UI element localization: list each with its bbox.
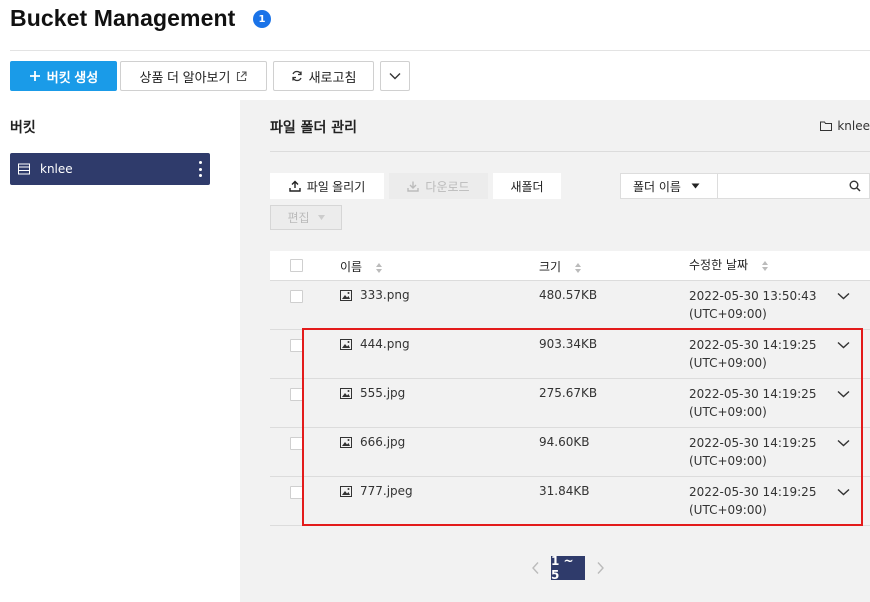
more-options-button[interactable] — [380, 61, 410, 91]
file-date-cell: 2022-05-30 13:50:43 (UTC+09:00) — [689, 287, 816, 323]
header-size-label: 크기 — [539, 260, 562, 274]
edit-label: 편집 — [287, 211, 310, 225]
search-box[interactable] — [717, 173, 870, 199]
caret-down-icon — [691, 183, 700, 189]
header-modified-label: 수정한 날짜 — [689, 258, 749, 272]
edit-button[interactable]: 편집 — [270, 205, 342, 230]
prev-page-icon[interactable] — [531, 561, 541, 575]
file-name: 333.png — [360, 288, 410, 302]
table-row[interactable]: 333.png 480.57KB 2022-05-30 13:50:43 (UT… — [270, 281, 870, 330]
search-icon[interactable] — [849, 180, 861, 192]
notification-badge[interactable]: 1 — [253, 10, 271, 28]
upload-button[interactable]: 파일 올리기 — [270, 173, 384, 199]
breadcrumb[interactable]: knlee — [820, 119, 870, 133]
sort-icon — [375, 262, 382, 273]
file-timezone: (UTC+09:00) — [689, 307, 767, 321]
page-title: Bucket Management — [10, 5, 236, 31]
new-folder-button[interactable]: 새폴더 — [493, 173, 561, 199]
header-name-label: 이름 — [340, 260, 363, 274]
create-bucket-button[interactable]: 버킷 생성 — [10, 61, 117, 91]
table-header: 이름 크기 수정한 날짜 — [270, 251, 870, 281]
file-size: 480.57KB — [539, 288, 598, 302]
refresh-icon — [291, 70, 302, 82]
header-divider — [10, 50, 870, 51]
header-name[interactable]: 이름 — [340, 258, 383, 275]
file-date: 2022-05-30 13:50:43 — [689, 289, 817, 303]
download-icon — [407, 181, 420, 192]
filter-label: 폴더 이름 — [633, 179, 681, 194]
sort-icon — [761, 260, 768, 271]
pagination: 1 ~ 5 — [531, 554, 605, 582]
upload-label: 파일 올리기 — [306, 179, 366, 194]
search-input[interactable] — [718, 174, 838, 198]
header-modified[interactable]: 수정한 날짜 — [689, 257, 769, 273]
bucket-item-knlee[interactable]: knlee — [10, 153, 210, 185]
bucket-management-page: Bucket Management 1 버킷 생성 상품 더 알아보기 새로고침… — [0, 0, 870, 602]
breadcrumb-label: knlee — [837, 119, 870, 133]
download-label: 다운로드 — [425, 179, 470, 194]
sidebar-title: 버킷 — [10, 120, 36, 136]
upload-icon — [289, 180, 301, 192]
bucket-label: knlee — [40, 162, 73, 176]
current-page[interactable]: 1 ~ 5 — [551, 554, 585, 582]
bucket-icon — [18, 163, 30, 175]
kebab-menu-icon[interactable] — [198, 161, 202, 177]
refresh-label: 새로고침 — [308, 69, 357, 85]
download-button[interactable]: 다운로드 — [389, 173, 488, 199]
image-file-icon — [340, 290, 352, 301]
expand-row-icon[interactable] — [837, 292, 850, 300]
folder-icon — [820, 121, 833, 131]
refresh-button[interactable]: 새로고침 — [273, 61, 374, 91]
learn-more-button[interactable]: 상품 더 알아보기 — [120, 61, 267, 91]
file-name-cell[interactable]: 333.png — [340, 288, 410, 302]
plus-icon — [29, 71, 40, 81]
bucket-sidebar: 버킷 knlee — [0, 100, 240, 602]
new-folder-label: 새폴더 — [510, 179, 544, 194]
create-bucket-label: 버킷 생성 — [46, 69, 99, 85]
highlight-box — [302, 328, 863, 526]
learn-more-label: 상품 더 알아보기 — [139, 69, 231, 85]
next-page-icon[interactable] — [595, 561, 605, 575]
header-size[interactable]: 크기 — [539, 258, 582, 275]
caret-down-icon — [317, 215, 325, 220]
select-all-checkbox[interactable] — [290, 259, 303, 272]
sort-icon — [574, 262, 581, 273]
search-filter-select[interactable]: 폴더 이름 — [620, 173, 718, 199]
row-checkbox[interactable] — [290, 290, 303, 303]
chevron-down-icon — [389, 73, 401, 80]
panel-title: 파일 폴더 관리 — [270, 120, 358, 136]
panel-divider — [270, 151, 870, 152]
external-link-icon — [237, 70, 248, 81]
